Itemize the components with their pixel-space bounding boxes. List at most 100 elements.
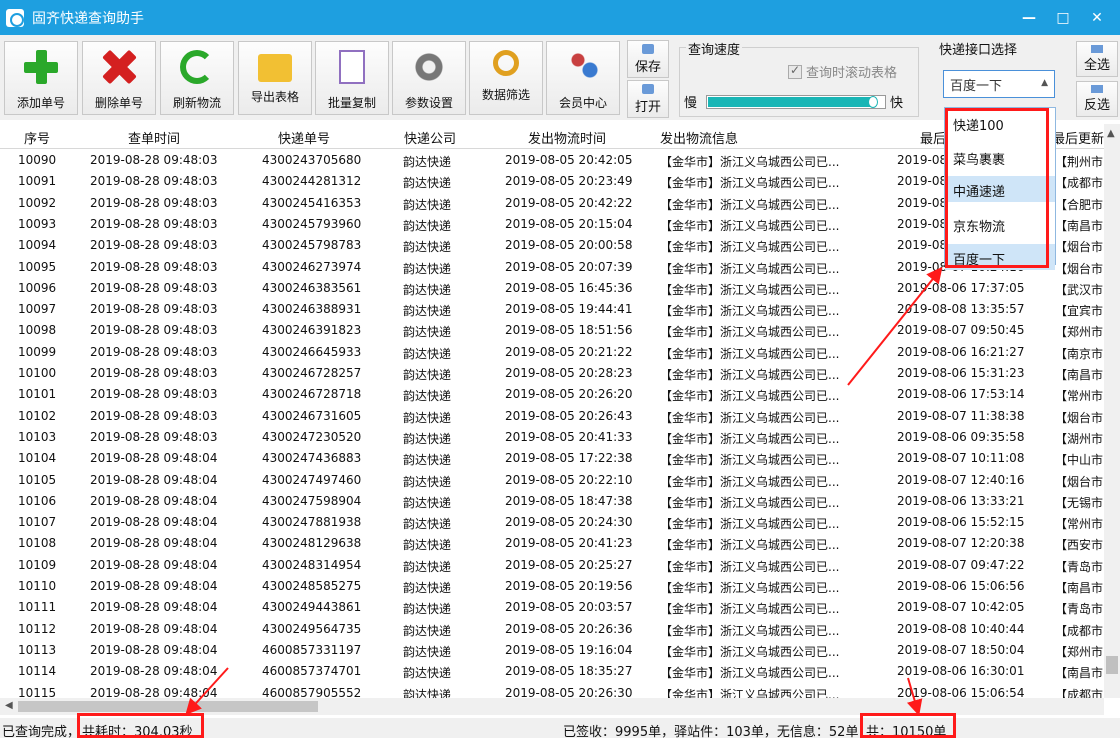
horizontal-scroll-thumb[interactable] [18,701,318,712]
table-cell: 2019-08-28 09:48:04 [90,621,218,636]
table-cell: 2019-08-05 20:42:05 [505,153,633,167]
chevron-up-icon: ▲ [1041,78,1048,88]
table-cell: 10092 [18,195,57,210]
status-summary: 已签收：9995单，驿站件：103单，无信息：52单， [563,725,872,738]
api-select-title: 快递接口选择 [937,39,1020,58]
data-filter-button[interactable]: 数据筛选 [469,41,543,115]
table-cell: 10108 [18,536,57,551]
scroll-left-icon[interactable]: ◀ [5,700,13,711]
minimize-button[interactable]: — [1012,10,1046,26]
close-button[interactable]: ✕ [1080,10,1114,26]
table-cell: 2019-08-05 20:25:27 [505,557,633,572]
table-cell: 2019-08-05 20:41:33 [505,429,633,444]
table-cell: 2019-08-05 20:24:30 [505,515,633,530]
table-cell: 【金华市】浙江义乌城西公司已... [660,155,840,169]
table-cell: 2019-08-05 20:26:36 [505,621,633,636]
table-row[interactable]: 10106 2019-08-28 09:48:04 4300247598904 韵达快… [0,491,1104,512]
table-cell: 韵达快递 [403,389,452,404]
table-cell: 【西安市 [1055,538,1104,553]
table-cell: 【金华市】浙江义乌城西公司已... [660,304,840,319]
table-cell: 2019-08-07 11:38:38 [897,408,1025,423]
table-cell: 2019-08-28 09:48:03 [90,238,218,253]
table-cell: 2019-08-06 15:06:56 [897,579,1025,593]
delete-number-button[interactable]: 删除单号 [82,41,156,115]
table-cell: 2019-08-08 13:35:57 [897,302,1025,317]
table-row[interactable]: 10112 2019-08-28 09:48:04 4300249564735 韵达快… [0,619,1104,640]
table-cell: 【金华市】浙江义乌城西公司已... [660,559,840,574]
table-row[interactable]: 10104 2019-08-28 09:48:04 4300247436883 韵达快… [0,448,1104,469]
header-courier[interactable]: 快递公司 [404,128,456,147]
table-row[interactable]: 10094 2019-08-28 09:48:03 4300245798783 韵达快… [0,235,1104,256]
member-center-button[interactable]: 会员中心 [546,41,620,115]
table-cell: 2019-08-28 09:48:04 [90,664,218,679]
table-row[interactable]: 10108 2019-08-28 09:48:04 4300248129638 韵达快… [0,533,1104,554]
table-cell: 2019-08-07 09:47:22 [897,557,1025,572]
save-button[interactable]: 保存 [627,40,669,78]
table-cell: 10090 [18,153,57,167]
table-row[interactable]: 10102 2019-08-28 09:48:03 4300246731605 韵达快… [0,406,1104,427]
table-cell: 韵达快递 [403,368,452,382]
speed-slider[interactable] [706,95,886,109]
scroll-table-checkbox[interactable]: 查询时滚动表格 [788,62,897,81]
table-row[interactable]: 10096 2019-08-28 09:48:03 4300246383561 韵达快… [0,278,1104,299]
table-cell: 2019-08-28 09:48:04 [90,642,218,657]
table-row[interactable]: 10091 2019-08-28 09:48:03 4300244281312 韵达快… [0,171,1104,192]
refresh-logistics-button[interactable]: 刷新物流 [160,41,234,115]
header-tracking-number[interactable]: 快递单号 [278,128,330,147]
scroll-up-icon[interactable]: ▲ [1107,128,1115,139]
refresh-logistics-label: 刷新物流 [172,96,221,110]
table-cell: 【金华市】浙江义乌城西公司已... [660,431,840,446]
add-number-button[interactable]: 添加单号 [4,41,78,115]
batch-copy-button[interactable]: 批量复制 [315,41,389,115]
member-center-label: 会员中心 [558,96,607,110]
table-row[interactable]: 10095 2019-08-28 09:48:03 4300246273974 韵达快… [0,257,1104,278]
select-all-button[interactable]: 全选 [1076,41,1118,77]
invert-selection-button[interactable]: 反选 [1076,81,1118,117]
title-bar: 固齐快递查询助手 — □ ✕ [0,0,1120,35]
table-cell: 2019-08-05 20:26:20 [505,387,633,402]
table-cell: 【成都市 [1055,687,1104,699]
checkbox-icon [788,63,802,79]
header-ship-time[interactable]: 发出物流时间 [528,128,606,147]
header-query-time[interactable]: 查单时间 [128,128,180,147]
table-row[interactable]: 10101 2019-08-28 09:48:03 4300246728718 韵达快… [0,384,1104,405]
table-row[interactable]: 10109 2019-08-28 09:48:04 4300248314954 韵达快… [0,555,1104,576]
api-select-combobox[interactable]: 百度一下 ▲ [943,70,1055,98]
table-row[interactable]: 10090 2019-08-28 09:48:03 4300243705680 韵达快… [0,150,1104,171]
table-cell: 2019-08-05 20:28:23 [505,366,633,380]
export-table-button[interactable]: 导出表格 [238,41,312,115]
table-cell: 10103 [18,429,57,444]
table-row[interactable]: 10113 2019-08-28 09:48:04 4600857331197 韵达快… [0,640,1104,661]
table-row[interactable]: 10115 2019-08-28 09:48:04 4600857905552 韵达快… [0,683,1104,699]
table-cell: 【南昌市 [1055,218,1104,233]
table-row[interactable]: 10114 2019-08-28 09:48:04 4600857374701 韵达快… [0,661,1104,682]
table-row[interactable]: 10099 2019-08-28 09:48:03 4300246645933 韵达快… [0,342,1104,363]
table-cell: 4300246383561 [262,280,362,295]
header-ship-info[interactable]: 发出物流信息 [660,128,738,147]
table-row[interactable]: 10093 2019-08-28 09:48:03 4300245793960 韵达快… [0,214,1104,235]
maximize-button[interactable]: □ [1046,10,1080,26]
table-row[interactable]: 10103 2019-08-28 09:48:03 4300247230520 韵达快… [0,427,1104,448]
table-row[interactable]: 10110 2019-08-28 09:48:04 4300248585275 韵达快… [0,576,1104,597]
parameter-settings-button[interactable]: 参数设置 [392,41,466,115]
table-cell: 2019-08-06 17:37:05 [897,280,1025,295]
table-row[interactable]: 10111 2019-08-28 09:48:04 4300249443861 韵达快… [0,597,1104,618]
table-cell: 2019-08-28 09:48:03 [90,153,218,167]
table-row[interactable]: 10097 2019-08-28 09:48:03 4300246388931 韵达快… [0,299,1104,320]
vertical-scrollbar[interactable]: ▲ [1104,124,1120,698]
table-cell: 2019-08-07 10:11:08 [897,451,1025,466]
header-index[interactable]: 序号 [24,128,50,147]
vertical-scroll-thumb[interactable] [1106,656,1118,674]
table-row[interactable]: 10092 2019-08-28 09:48:03 4300245416353 韵达快… [0,193,1104,214]
header-last-update[interactable]: 最后更新 [1052,128,1104,147]
table-cell: 【南昌市 [1055,368,1104,382]
table-row[interactable]: 10105 2019-08-28 09:48:04 4300247497460 韵达快… [0,470,1104,491]
speed-slider-knob[interactable] [868,96,878,108]
table-row[interactable]: 10100 2019-08-28 09:48:03 4300246728257 韵达快… [0,363,1104,384]
table-row[interactable]: 10098 2019-08-28 09:48:03 4300246391823 韵达快… [0,320,1104,341]
table-cell: 韵达快递 [403,431,452,446]
table-cell: 2019-08-28 09:48:03 [90,366,218,380]
open-button[interactable]: 打开 [627,80,669,118]
table-row[interactable]: 10107 2019-08-28 09:48:04 4300247881938 韵达快… [0,512,1104,533]
table-cell: 4300246391823 [262,323,362,338]
